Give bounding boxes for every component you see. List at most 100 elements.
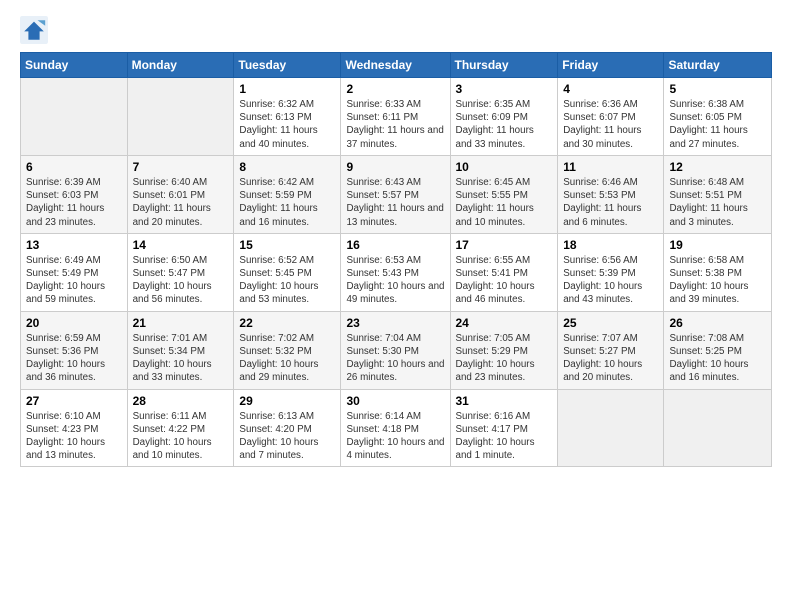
calendar-cell: 29 Sunrise: 6:13 AM Sunset: 4:20 PM Dayli… (234, 389, 341, 467)
day-info: Sunrise: 7:04 AM Sunset: 5:30 PM Dayligh… (346, 332, 444, 385)
day-number: 20 (26, 316, 122, 330)
day-number: 7 (133, 160, 229, 174)
day-number: 5 (669, 82, 766, 96)
calendar-week-row: 13 Sunrise: 6:49 AM Sunset: 5:49 PM Dayli… (21, 233, 772, 311)
day-number: 19 (669, 238, 766, 252)
calendar-cell: 12 Sunrise: 6:48 AM Sunset: 5:51 PM Dayli… (664, 155, 772, 233)
calendar-week-row: 27 Sunrise: 6:10 AM Sunset: 4:23 PM Dayli… (21, 389, 772, 467)
day-number: 12 (669, 160, 766, 174)
day-number: 23 (346, 316, 444, 330)
day-number: 6 (26, 160, 122, 174)
day-info: Sunrise: 6:52 AM Sunset: 5:45 PM Dayligh… (239, 254, 335, 307)
calendar-cell: 17 Sunrise: 6:55 AM Sunset: 5:41 PM Dayli… (450, 233, 558, 311)
day-info: Sunrise: 6:55 AM Sunset: 5:41 PM Dayligh… (456, 254, 553, 307)
calendar-cell (664, 389, 772, 467)
day-info: Sunrise: 6:40 AM Sunset: 6:01 PM Dayligh… (133, 176, 229, 229)
day-number: 8 (239, 160, 335, 174)
day-info: Sunrise: 6:42 AM Sunset: 5:59 PM Dayligh… (239, 176, 335, 229)
logo-icon (20, 16, 48, 44)
page-header (20, 16, 772, 44)
calendar-cell: 25Sunrise: 7:07 AM Sunset: 5:27 PM Dayli… (558, 311, 664, 389)
day-number: 13 (26, 238, 122, 252)
day-info: Sunrise: 6:49 AM Sunset: 5:49 PM Dayligh… (26, 254, 122, 307)
day-info: Sunrise: 6:13 AM Sunset: 4:20 PM Dayligh… (239, 410, 335, 463)
day-number: 27 (26, 394, 122, 408)
day-info: Sunrise: 7:02 AM Sunset: 5:32 PM Dayligh… (239, 332, 335, 385)
calendar-cell: 24 Sunrise: 7:05 AM Sunset: 5:29 PM Dayli… (450, 311, 558, 389)
calendar-cell: 4 Sunrise: 6:36 AM Sunset: 6:07 PM Daylig… (558, 78, 664, 156)
day-info: Sunrise: 6:46 AM Sunset: 5:53 PM Dayligh… (563, 176, 658, 229)
day-number: 25 (563, 316, 658, 330)
calendar-week-row: 6Sunrise: 6:39 AM Sunset: 6:03 PM Daylig… (21, 155, 772, 233)
day-info: Sunrise: 6:48 AM Sunset: 5:51 PM Dayligh… (669, 176, 766, 229)
day-number: 26 (669, 316, 766, 330)
calendar-cell (127, 78, 234, 156)
day-number: 2 (346, 82, 444, 96)
column-header-tuesday: Tuesday (234, 53, 341, 78)
column-header-thursday: Thursday (450, 53, 558, 78)
day-info: Sunrise: 6:10 AM Sunset: 4:23 PM Dayligh… (26, 410, 122, 463)
day-info: Sunrise: 6:14 AM Sunset: 4:18 PM Dayligh… (346, 410, 444, 463)
day-number: 15 (239, 238, 335, 252)
day-info: Sunrise: 7:01 AM Sunset: 5:34 PM Dayligh… (133, 332, 229, 385)
column-header-friday: Friday (558, 53, 664, 78)
calendar-cell: 1 Sunrise: 6:32 AM Sunset: 6:13 PM Daylig… (234, 78, 341, 156)
day-info: Sunrise: 6:45 AM Sunset: 5:55 PM Dayligh… (456, 176, 553, 229)
day-info: Sunrise: 6:32 AM Sunset: 6:13 PM Dayligh… (239, 98, 335, 151)
day-number: 10 (456, 160, 553, 174)
day-number: 22 (239, 316, 335, 330)
calendar-cell (558, 389, 664, 467)
day-info: Sunrise: 6:56 AM Sunset: 5:39 PM Dayligh… (563, 254, 658, 307)
calendar-cell: 18 Sunrise: 6:56 AM Sunset: 5:39 PM Dayli… (558, 233, 664, 311)
calendar-cell: 30 Sunrise: 6:14 AM Sunset: 4:18 PM Dayli… (341, 389, 450, 467)
day-info: Sunrise: 7:05 AM Sunset: 5:29 PM Dayligh… (456, 332, 553, 385)
calendar-header-row: SundayMondayTuesdayWednesdayThursdayFrid… (21, 53, 772, 78)
column-header-saturday: Saturday (664, 53, 772, 78)
day-number: 24 (456, 316, 553, 330)
calendar-cell: 6Sunrise: 6:39 AM Sunset: 6:03 PM Daylig… (21, 155, 128, 233)
calendar-cell: 3Sunrise: 6:35 AM Sunset: 6:09 PM Daylig… (450, 78, 558, 156)
calendar-cell: 27 Sunrise: 6:10 AM Sunset: 4:23 PM Dayli… (21, 389, 128, 467)
calendar-cell: 7 Sunrise: 6:40 AM Sunset: 6:01 PM Daylig… (127, 155, 234, 233)
day-number: 4 (563, 82, 658, 96)
day-info: Sunrise: 6:59 AM Sunset: 5:36 PM Dayligh… (26, 332, 122, 385)
calendar-cell: 22 Sunrise: 7:02 AM Sunset: 5:32 PM Dayli… (234, 311, 341, 389)
calendar-cell: 31 Sunrise: 6:16 AM Sunset: 4:17 PM Dayli… (450, 389, 558, 467)
day-number: 31 (456, 394, 553, 408)
calendar-cell: 13 Sunrise: 6:49 AM Sunset: 5:49 PM Dayli… (21, 233, 128, 311)
day-number: 9 (346, 160, 444, 174)
calendar-week-row: 20 Sunrise: 6:59 AM Sunset: 5:36 PM Dayli… (21, 311, 772, 389)
day-info: Sunrise: 6:33 AM Sunset: 6:11 PM Dayligh… (346, 98, 444, 151)
calendar-cell: 26Sunrise: 7:08 AM Sunset: 5:25 PM Dayli… (664, 311, 772, 389)
calendar-cell: 9 Sunrise: 6:43 AM Sunset: 5:57 PM Daylig… (341, 155, 450, 233)
column-header-sunday: Sunday (21, 53, 128, 78)
calendar-cell: 8 Sunrise: 6:42 AM Sunset: 5:59 PM Daylig… (234, 155, 341, 233)
calendar-cell: 11 Sunrise: 6:46 AM Sunset: 5:53 PM Dayli… (558, 155, 664, 233)
calendar-cell: 2 Sunrise: 6:33 AM Sunset: 6:11 PM Daylig… (341, 78, 450, 156)
day-number: 1 (239, 82, 335, 96)
calendar-cell: 28Sunrise: 6:11 AM Sunset: 4:22 PM Dayli… (127, 389, 234, 467)
day-info: Sunrise: 6:16 AM Sunset: 4:17 PM Dayligh… (456, 410, 553, 463)
day-number: 29 (239, 394, 335, 408)
day-number: 16 (346, 238, 444, 252)
day-info: Sunrise: 6:50 AM Sunset: 5:47 PM Dayligh… (133, 254, 229, 307)
calendar-cell (21, 78, 128, 156)
day-info: Sunrise: 6:43 AM Sunset: 5:57 PM Dayligh… (346, 176, 444, 229)
calendar-cell: 16 Sunrise: 6:53 AM Sunset: 5:43 PM Dayli… (341, 233, 450, 311)
day-info: Sunrise: 6:53 AM Sunset: 5:43 PM Dayligh… (346, 254, 444, 307)
day-number: 21 (133, 316, 229, 330)
calendar-cell: 15 Sunrise: 6:52 AM Sunset: 5:45 PM Dayli… (234, 233, 341, 311)
logo (20, 16, 52, 44)
day-info: Sunrise: 6:36 AM Sunset: 6:07 PM Dayligh… (563, 98, 658, 151)
day-info: Sunrise: 6:58 AM Sunset: 5:38 PM Dayligh… (669, 254, 766, 307)
day-number: 11 (563, 160, 658, 174)
calendar-cell: 23 Sunrise: 7:04 AM Sunset: 5:30 PM Dayli… (341, 311, 450, 389)
day-number: 28 (133, 394, 229, 408)
day-number: 30 (346, 394, 444, 408)
day-number: 3 (456, 82, 553, 96)
day-number: 17 (456, 238, 553, 252)
day-number: 18 (563, 238, 658, 252)
calendar-cell: 14Sunrise: 6:50 AM Sunset: 5:47 PM Dayli… (127, 233, 234, 311)
day-info: Sunrise: 6:38 AM Sunset: 6:05 PM Dayligh… (669, 98, 766, 151)
calendar-cell: 5 Sunrise: 6:38 AM Sunset: 6:05 PM Daylig… (664, 78, 772, 156)
